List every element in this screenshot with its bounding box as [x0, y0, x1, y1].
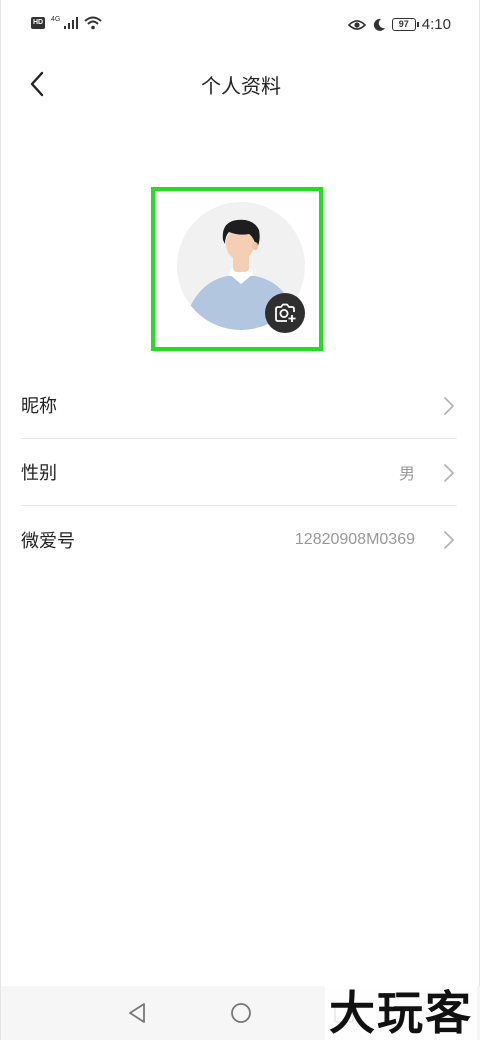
- network-type: 4G: [51, 15, 61, 23]
- gender-row[interactable]: 性别 男: [21, 439, 457, 506]
- gender-label: 性别: [21, 463, 57, 484]
- wifi-icon: [84, 16, 103, 30]
- chevron-right-icon: [444, 464, 454, 482]
- change-avatar-button[interactable]: [265, 293, 305, 333]
- avatar-highlight-box: [151, 187, 323, 351]
- status-left: HD 4G: [31, 15, 103, 30]
- weiai-id-label: 微爱号: [21, 530, 75, 552]
- signal-icon: [64, 17, 79, 29]
- profile-screen: HD 4G 97 4:10 个人资料 昵称 性别 男 微爱号 12820908M…: [0, 0, 480, 1040]
- header: 个人资料: [1, 56, 480, 112]
- watermark-logo: 大玩客: [325, 986, 477, 1040]
- status-bar: HD 4G 97 4:10: [1, 0, 480, 56]
- weiai-id-row[interactable]: 微爱号 12820908M0369: [21, 506, 457, 573]
- eye-icon: [347, 19, 366, 30]
- chevron-right-icon: [444, 397, 454, 415]
- clock: 4:10: [421, 16, 451, 33]
- nav-back-icon[interactable]: [125, 1000, 151, 1026]
- system-nav-bar: 大玩客: [1, 986, 480, 1040]
- profile-settings-list: 昵称 性别 男 微爱号 12820908M0369: [21, 372, 457, 573]
- hd-badge: HD: [31, 17, 45, 29]
- gender-value: 男: [398, 466, 415, 483]
- camera-plus-icon: [275, 303, 296, 322]
- nickname-label: 昵称: [21, 396, 57, 417]
- weiai-id-value: 12820908M0369: [294, 530, 415, 548]
- page-title: 个人资料: [201, 74, 281, 98]
- nav-home-icon[interactable]: [228, 1000, 254, 1026]
- nickname-row[interactable]: 昵称: [21, 372, 457, 439]
- chevron-right-icon: [444, 531, 454, 549]
- status-right: 97 4:10: [347, 16, 451, 33]
- battery-indicator: 97: [391, 18, 419, 31]
- moon-icon: [373, 18, 385, 31]
